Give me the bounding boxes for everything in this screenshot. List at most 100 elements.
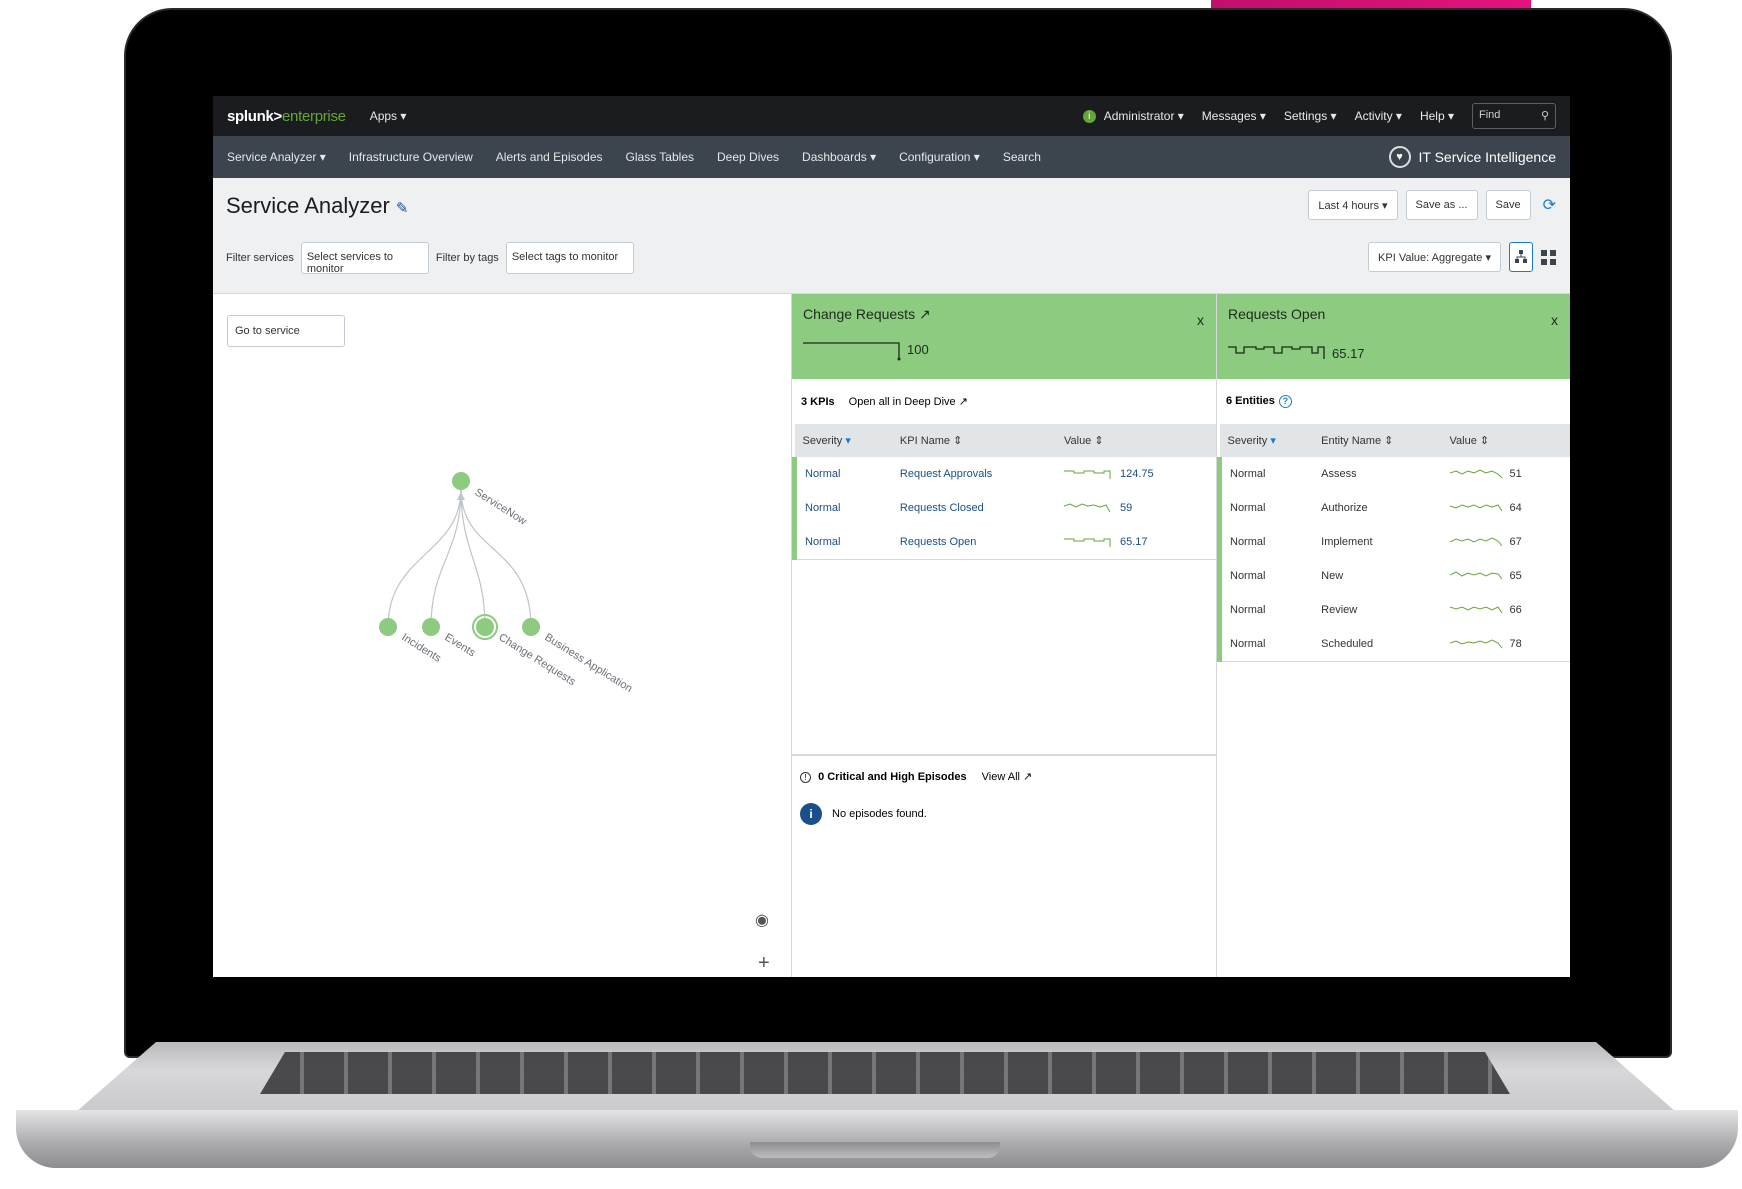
severity-cell: Normal xyxy=(1217,491,1314,525)
severity-cell: Normal xyxy=(791,525,892,559)
entity-name[interactable]: Scheduled xyxy=(1313,627,1441,661)
severity-cell: Normal xyxy=(1217,559,1314,593)
user-menu[interactable]: i Administrator ▾ xyxy=(1082,109,1184,124)
entity-count: 6 Entities? xyxy=(1226,395,1292,408)
entity-name[interactable]: New xyxy=(1313,559,1441,593)
col-entity-name[interactable]: Entity Name ⇕ xyxy=(1313,424,1442,457)
nav-deep-dives[interactable]: Deep Dives xyxy=(717,150,779,164)
no-episodes-message: i No episodes found. xyxy=(800,803,1208,825)
col-value[interactable]: Value ⇕ xyxy=(1055,424,1216,457)
col-severity[interactable]: Severity ▾ xyxy=(794,424,892,457)
entity-table: Severity ▾ Entity Name ⇕ Value ⇕ Normal A… xyxy=(1217,424,1570,662)
sparkline xyxy=(1228,346,1325,359)
kpi-name-link[interactable]: Requests Closed xyxy=(892,491,1056,525)
kpi-value: 65.17 xyxy=(1332,346,1365,361)
apps-menu[interactable]: Apps ▾ xyxy=(370,109,407,123)
node-label-business-application: Business Application xyxy=(542,631,634,695)
nav-service-analyzer[interactable]: Service Analyzer ▾ xyxy=(227,150,326,164)
close-icon[interactable]: x xyxy=(1197,312,1204,328)
external-link-icon[interactable]: ↗ xyxy=(919,306,931,322)
info-icon: i xyxy=(800,803,822,825)
entity-name[interactable]: Review xyxy=(1313,593,1441,627)
zoom-in-icon[interactable]: + xyxy=(758,952,770,975)
requests-open-header: Requests Open x 65.17 xyxy=(1217,294,1570,379)
kpi-table: Severity ▾ KPI Name ⇕ Value ⇕ Normal Req… xyxy=(791,424,1217,560)
filter-services-input[interactable]: Select services to monitor xyxy=(300,242,429,275)
nav-configuration[interactable]: Configuration ▾ xyxy=(899,150,980,164)
open-deep-dive-link[interactable]: Open all in Deep Dive ↗ xyxy=(849,395,968,408)
kpi-subbar: 3 KPIs Open all in Deep Dive ↗ xyxy=(792,379,1216,424)
nav-alerts-episodes[interactable]: Alerts and Episodes xyxy=(496,150,603,164)
entity-name[interactable]: Implement xyxy=(1313,525,1441,559)
table-row[interactable]: Normal Request Approvals 124.75 xyxy=(791,457,1217,491)
filter-tags-input[interactable]: Select tags to monitor xyxy=(505,242,634,274)
col-value[interactable]: Value ⇕ xyxy=(1441,424,1570,457)
value-cell: 64 xyxy=(1442,491,1570,525)
time-range-picker[interactable]: Last 4 hours ▾ xyxy=(1308,190,1398,220)
laptop-base xyxy=(16,1110,1738,1168)
severity-cell: Normal xyxy=(1217,593,1314,627)
nav-glass-tables[interactable]: Glass Tables xyxy=(626,150,694,164)
filter-services-label: Filter services xyxy=(226,252,294,264)
no-episodes-text: No episodes found. xyxy=(832,808,927,820)
nav-search[interactable]: Search xyxy=(1003,150,1041,164)
node-label-servicenow: ServiceNow xyxy=(472,486,528,527)
service-node-events[interactable] xyxy=(422,618,440,636)
help-icon[interactable]: ? xyxy=(1278,395,1292,408)
service-node-incidents[interactable] xyxy=(379,618,397,636)
service-node-business-application[interactable] xyxy=(522,618,540,636)
table-row[interactable]: Normal Implement 67 xyxy=(1217,525,1571,559)
severity-cell: Normal xyxy=(1217,627,1314,661)
top-right-menus: i Administrator ▾ Messages ▾ Settings ▾ A… xyxy=(1082,103,1556,129)
nav-infrastructure-overview[interactable]: Infrastructure Overview xyxy=(349,150,473,164)
table-row[interactable]: Normal Review 66 xyxy=(1217,593,1571,627)
service-node-servicenow[interactable] xyxy=(452,472,470,490)
screen: splunk>enterprise Apps ▾ i Administrator … xyxy=(213,96,1570,977)
stage: splunk>enterprise Apps ▾ i Administrator … xyxy=(0,0,1742,1189)
table-row[interactable]: Normal Scheduled 78 xyxy=(1217,627,1570,661)
kpi-value-dropdown[interactable]: KPI Value: Aggregate ▾ xyxy=(1368,242,1501,272)
value-cell: 66 xyxy=(1442,593,1570,627)
view-all-link[interactable]: View All ↗ xyxy=(982,771,1033,783)
tile-view-icon[interactable] xyxy=(1541,249,1556,265)
col-kpi-name[interactable]: KPI Name ⇕ xyxy=(891,424,1056,457)
help-menu[interactable]: Help ▾ xyxy=(1420,109,1454,123)
kpi-count: 3 KPIs xyxy=(801,395,835,408)
nav-dashboards[interactable]: Dashboards ▾ xyxy=(802,150,876,164)
table-row[interactable]: Normal Authorize 64 xyxy=(1217,491,1571,525)
value-cell: 124.75 xyxy=(1056,457,1216,491)
activity-menu[interactable]: Activity ▾ xyxy=(1355,109,1402,123)
save-as-button[interactable]: Save as ... xyxy=(1405,190,1478,220)
node-label-events: Events xyxy=(442,631,477,659)
tree-view-icon[interactable] xyxy=(1509,242,1533,272)
table-row[interactable]: Normal Requests Open 65.17 xyxy=(791,525,1216,559)
refresh-icon[interactable]: ⟳ xyxy=(1543,195,1556,215)
kpi-name-link[interactable]: Request Approvals xyxy=(892,457,1056,491)
entity-name[interactable]: Authorize xyxy=(1313,491,1441,525)
save-button[interactable]: Save xyxy=(1485,190,1531,220)
header-actions: Last 4 hours ▾ Save as ... Save ⟳ xyxy=(1308,190,1556,220)
find-input[interactable]: Find ⚲ xyxy=(1472,103,1556,129)
service-node-change-requests[interactable] xyxy=(476,618,494,636)
settings-menu[interactable]: Settings ▾ xyxy=(1284,109,1337,123)
table-row[interactable]: Normal Assess 51 xyxy=(1217,457,1571,491)
table-row[interactable]: Normal Requests Closed 59 xyxy=(791,491,1217,525)
value-cell: 65.17 xyxy=(1056,525,1216,559)
value-cell: 65 xyxy=(1442,559,1570,593)
table-row[interactable]: Normal New 65 xyxy=(1217,559,1571,593)
filters: Filter services Select services to monit… xyxy=(226,242,634,275)
keyboard xyxy=(260,1052,1510,1094)
entity-name[interactable]: Assess xyxy=(1313,457,1441,491)
app-name: IT Service Intelligence xyxy=(1418,149,1556,165)
splunk-logo[interactable]: splunk>enterprise xyxy=(227,108,346,125)
close-icon[interactable]: x xyxy=(1551,312,1558,328)
panel-title[interactable]: Change Requests ↗ xyxy=(803,306,931,322)
messages-menu[interactable]: Messages ▾ xyxy=(1202,109,1266,123)
center-icon[interactable]: ◉ xyxy=(755,910,769,930)
kpi-name-link[interactable]: Requests Open xyxy=(892,525,1056,559)
severity-cell: Normal xyxy=(791,491,892,525)
page-header: Service Analyzer ✎ Last 4 hours ▾ Save as… xyxy=(213,178,1570,294)
episodes-title: 0 Critical and High Episodes xyxy=(818,771,967,783)
col-severity[interactable]: Severity ▾ xyxy=(1219,424,1314,457)
edit-icon[interactable]: ✎ xyxy=(396,200,409,217)
